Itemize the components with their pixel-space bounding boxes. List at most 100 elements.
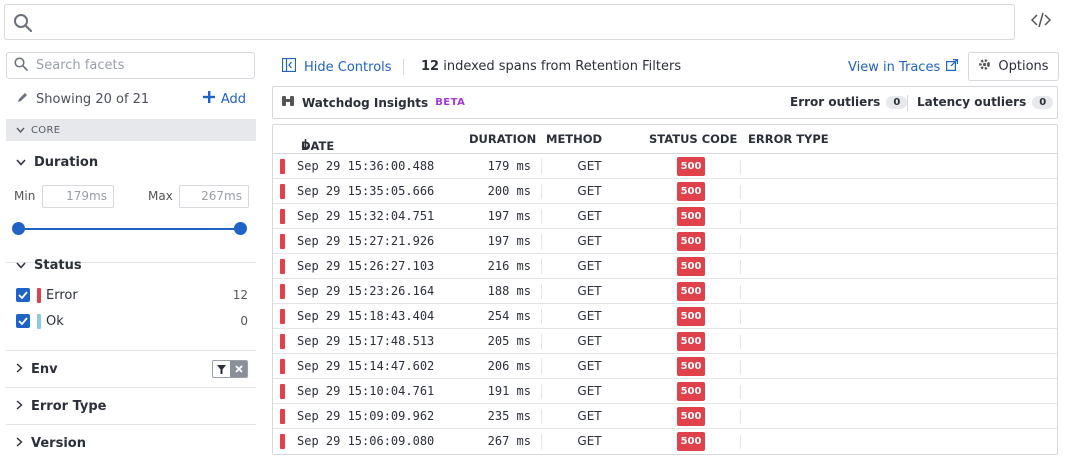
table-row[interactable]: Sep 29 15:06:09.080 267 ms GET 500 xyxy=(273,429,1057,454)
status-color-bar xyxy=(37,287,41,303)
chevron-down-icon xyxy=(16,125,25,136)
status-item-ok[interactable]: Ok 0 xyxy=(16,311,248,331)
filter-icon[interactable] xyxy=(213,361,230,377)
checkbox-checked-icon[interactable] xyxy=(16,314,30,328)
table-row[interactable]: Sep 29 15:36:00.488 179 ms GET 500 xyxy=(273,154,1057,179)
chevron-down-icon xyxy=(16,258,26,273)
code-view-button[interactable] xyxy=(1024,8,1058,36)
cell-date: Sep 29 15:18:43.404 xyxy=(297,309,435,323)
error-outliers-label: Error outliers xyxy=(790,95,881,109)
status-indicator-bar xyxy=(280,409,285,424)
core-label: CORE xyxy=(31,124,61,136)
checkbox-checked-icon[interactable] xyxy=(16,288,30,302)
status-indicator-bar xyxy=(280,284,285,299)
min-duration-input[interactable]: 179ms xyxy=(42,185,114,208)
duration-header[interactable]: Duration xyxy=(6,141,256,183)
max-duration-input[interactable]: 267ms xyxy=(179,185,249,208)
column-method[interactable]: METHOD xyxy=(546,132,602,146)
cell-date: Sep 29 15:36:00.488 xyxy=(297,159,435,173)
core-group-header[interactable]: CORE xyxy=(6,119,256,141)
facet-env[interactable]: Env xyxy=(6,351,256,388)
top-search-bar[interactable] xyxy=(4,4,1015,40)
search-icon xyxy=(14,56,28,75)
cell-method: GET xyxy=(541,434,631,449)
facet-version[interactable]: Version xyxy=(6,425,256,462)
cell-duration: 197 ms xyxy=(487,209,531,223)
env-filter-controls xyxy=(212,360,248,378)
table-row[interactable]: Sep 29 15:26:27.103 216 ms GET 500 xyxy=(273,254,1057,279)
status-indicator-bar xyxy=(280,159,285,174)
cell-duration: 206 ms xyxy=(487,359,531,373)
cell-error-type xyxy=(740,385,741,399)
cell-duration: 216 ms xyxy=(487,259,531,273)
table-row[interactable]: Sep 29 15:23:26.164 188 ms GET 500 xyxy=(273,279,1057,304)
status-count: 0 xyxy=(240,314,248,328)
status-header[interactable]: Status xyxy=(6,245,256,285)
cell-error-type xyxy=(740,435,741,449)
facet-label: Env xyxy=(31,361,58,377)
cell-status-code: 500 xyxy=(677,257,705,276)
cell-date: Sep 29 15:10:04.761 xyxy=(297,384,435,398)
cell-duration: 235 ms xyxy=(487,409,531,423)
add-facet-button[interactable]: Add xyxy=(202,91,246,107)
gear-icon xyxy=(978,58,991,75)
results-toolbar: Hide Controls 12 indexed spans from Rete… xyxy=(272,52,1060,82)
cell-status-code: 500 xyxy=(677,182,705,201)
pencil-icon[interactable] xyxy=(16,91,29,108)
cell-status-code: 500 xyxy=(677,232,705,251)
cell-duration: 197 ms xyxy=(487,234,531,248)
latency-outliers[interactable]: Latency outliers 0 xyxy=(917,95,1054,109)
duration-slider-min-handle[interactable] xyxy=(12,222,25,235)
table-row[interactable]: Sep 29 15:32:04.751 197 ms GET 500 xyxy=(273,204,1057,229)
facet-search-input[interactable]: Search facets xyxy=(6,52,255,79)
chevron-right-icon xyxy=(16,436,23,451)
table-row[interactable]: Sep 29 15:09:09.962 235 ms GET 500 xyxy=(273,404,1057,429)
watchdog-title: Watchdog Insights xyxy=(302,95,429,110)
facet-search-placeholder: Search facets xyxy=(36,58,125,73)
cell-status-code: 500 xyxy=(677,407,705,426)
cell-duration: 200 ms xyxy=(487,184,531,198)
cell-error-type xyxy=(740,160,741,174)
column-date-label: DATE xyxy=(301,139,335,153)
cell-error-type xyxy=(740,185,741,199)
cell-error-type xyxy=(740,335,741,349)
status-label: Ok xyxy=(46,313,64,329)
table-row[interactable]: Sep 29 15:17:48.513 205 ms GET 500 xyxy=(273,329,1057,354)
cell-duration: 254 ms xyxy=(487,309,531,323)
cell-method: GET xyxy=(541,334,631,349)
cell-status-code: 500 xyxy=(677,332,705,351)
status-indicator-bar xyxy=(280,184,285,199)
table-row[interactable]: Sep 29 15:10:04.761 191 ms GET 500 xyxy=(273,379,1057,404)
view-in-traces-label: View in Traces xyxy=(848,59,941,75)
cell-status-code: 500 xyxy=(677,357,705,376)
table-row[interactable]: Sep 29 15:14:47.602 206 ms GET 500 xyxy=(273,354,1057,379)
chevron-right-icon xyxy=(16,362,23,377)
table-row[interactable]: Sep 29 15:18:43.404 254 ms GET 500 xyxy=(273,304,1057,329)
table-row[interactable]: Sep 29 15:35:05.666 200 ms GET 500 xyxy=(273,179,1057,204)
watchdog-insights-bar[interactable]: Watchdog Insights BETA Error outliers 0 … xyxy=(272,86,1058,119)
status-indicator-bar xyxy=(280,334,285,349)
cell-error-type xyxy=(740,260,741,274)
table-row[interactable]: Sep 29 15:27:21.926 197 ms GET 500 xyxy=(273,229,1057,254)
cell-method: GET xyxy=(541,309,631,324)
status-indicator-bar xyxy=(280,384,285,399)
column-status-code[interactable]: STATUS CODE xyxy=(649,132,737,146)
clear-filter-icon[interactable] xyxy=(230,361,247,377)
column-duration[interactable]: DURATION xyxy=(469,132,536,146)
view-in-traces-link[interactable]: View in Traces xyxy=(848,59,959,75)
facet-label: Error Type xyxy=(31,398,107,414)
error-outliers[interactable]: Error outliers 0 xyxy=(790,95,908,109)
duration-slider-track[interactable] xyxy=(18,228,242,230)
facet-error-type[interactable]: Error Type xyxy=(6,388,256,425)
hide-controls-button[interactable]: Hide Controls xyxy=(281,57,392,76)
panel-collapse-icon xyxy=(281,57,297,76)
options-label: Options xyxy=(998,59,1049,74)
chevron-down-icon xyxy=(16,155,26,170)
cell-status-code: 500 xyxy=(677,157,705,176)
span-count-text: 12 indexed spans from Retention Filters xyxy=(421,59,681,74)
status-item-error[interactable]: Error 12 xyxy=(16,285,248,305)
column-error-type[interactable]: ERROR TYPE xyxy=(748,132,829,146)
duration-slider-max-handle[interactable] xyxy=(234,222,247,235)
options-button[interactable]: Options xyxy=(968,52,1059,81)
search-icon xyxy=(13,13,33,37)
